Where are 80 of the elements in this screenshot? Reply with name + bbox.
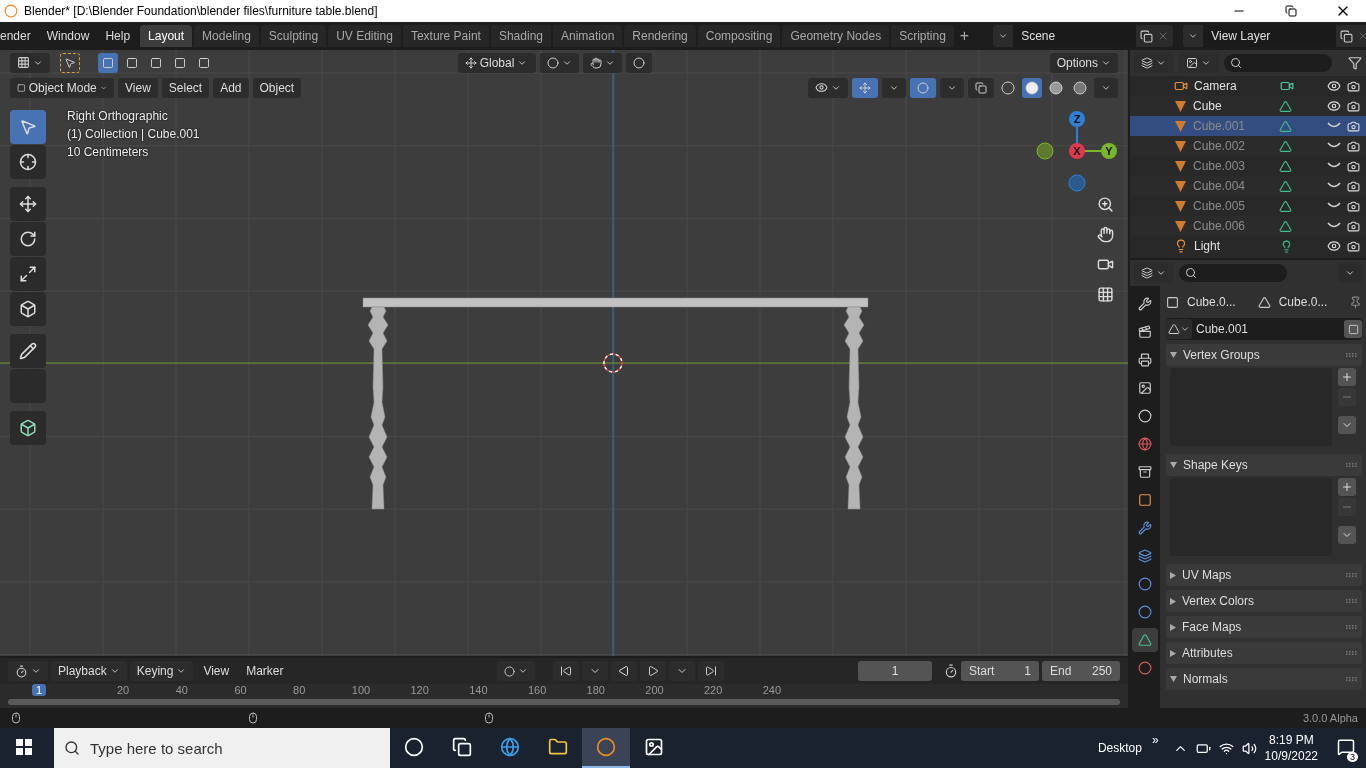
frame-number: 100: [350, 684, 372, 696]
workspace-tab[interactable]: Compositing: [697, 25, 781, 47]
frame-number: 160: [526, 684, 548, 696]
panel-header[interactable]: UV Maps: [1166, 564, 1362, 586]
workspace-tab[interactable]: Rendering: [624, 25, 696, 47]
taskbar-search-field[interactable]: Type here to search: [54, 728, 390, 768]
scene-selector[interactable]: Scene: [993, 25, 1174, 47]
field-label: Start: [969, 664, 995, 678]
workspace-tab[interactable]: Geometry Nodes: [782, 25, 890, 47]
panel-header[interactable]: Shape Keys: [1166, 454, 1362, 476]
field-value: 250: [1091, 664, 1112, 678]
viewport-info-text: 10 Centimeters: [67, 145, 150, 160]
panel-header[interactable]: Attributes: [1166, 642, 1362, 664]
workspace-tab[interactable]: Modeling: [194, 25, 259, 47]
breadcrumb-text: Cube.0...: [1187, 295, 1236, 309]
workspace-tab[interactable]: Texture Paint: [402, 25, 489, 47]
frame-number: 80: [292, 684, 307, 696]
object-name: Cube: [1193, 99, 1223, 113]
menu-item[interactable]: Window: [38, 29, 98, 43]
frame-number: 60: [233, 684, 248, 696]
clock[interactable]: 8:19 PM 10/9/2022: [1256, 732, 1326, 764]
viewport-info-text: (1) Collection | Cube.001: [67, 127, 200, 142]
panel-header[interactable]: Normals: [1166, 668, 1362, 690]
header-menu[interactable]: Select: [161, 77, 210, 98]
view-layer-selector[interactable]: View Layer: [1183, 25, 1366, 47]
timeline-menu[interactable]: Keying: [129, 661, 194, 681]
timeline-menu[interactable]: Marker: [239, 661, 291, 681]
object-name: Cube.004: [1193, 179, 1247, 193]
notification-count: 3: [1347, 752, 1358, 762]
panel-header[interactable]: Vertex Colors: [1166, 590, 1362, 612]
header-menu[interactable]: Object: [252, 77, 302, 98]
data-name-field[interactable]: Cube.001: [1166, 318, 1362, 340]
notification-button[interactable]: 3: [1326, 728, 1366, 768]
orientation-dropdown[interactable]: Global: [457, 52, 536, 73]
object-name: Cube.005: [1193, 199, 1247, 213]
mode-dropdown[interactable]: Object Mode: [10, 77, 114, 98]
viewport[interactable]: Global Options Object Mode View Select Add Object Right Orthographic (1) Collection | Cube.001 10 Centimeters Z X Y: [0, 50, 1128, 656]
desktop-toolbar[interactable]: Desktop: [1097, 741, 1142, 755]
frame-number: 180: [585, 684, 606, 696]
timeline-menu[interactable]: Playback: [51, 661, 127, 681]
object-name: Light: [1194, 239, 1222, 253]
panel-header[interactable]: Vertex Groups: [1166, 344, 1362, 366]
viewport-info-text: Right Orthographic: [67, 109, 169, 124]
object-name: Camera: [1194, 79, 1238, 93]
start-frame-field[interactable]: Start 1: [961, 661, 1039, 681]
end-frame-field[interactable]: End 250: [1042, 661, 1120, 681]
breadcrumb-text: Cube.0...: [1278, 295, 1328, 309]
menu-item[interactable]: Help: [97, 29, 139, 43]
window-title: Blender* [D:\Blender Foundation\blender files\furniture table.blend]: [24, 4, 379, 18]
frame-number: 200: [644, 684, 665, 696]
object-name: Cube.002: [1193, 139, 1247, 153]
object-name: Cube.001: [1193, 119, 1247, 133]
more-button[interactable]: »: [1151, 733, 1159, 747]
header-menu[interactable]: Add: [213, 77, 249, 98]
workspace-tab[interactable]: Scripting: [891, 25, 954, 47]
frame-number: 220: [703, 684, 724, 696]
header-menu[interactable]: View: [118, 77, 158, 98]
workspace-tab[interactable]: Sculpting: [260, 25, 327, 47]
object-name: Cube.006: [1193, 219, 1247, 233]
current-frame-field[interactable]: 1: [858, 661, 932, 681]
menu-item[interactable]: ender: [0, 29, 39, 43]
frame-number: 40: [174, 684, 189, 696]
frame-number: 20: [116, 684, 131, 696]
frame-number: 140: [468, 684, 489, 696]
navigation-gizmo[interactable]: Z X Y: [1036, 111, 1117, 192]
timeline-menu[interactable]: View: [196, 661, 237, 681]
object-name: Cube.003: [1193, 159, 1247, 173]
workspace-tab[interactable]: Animation: [553, 25, 623, 47]
frame-number: 240: [761, 684, 783, 696]
workspace-tab[interactable]: Shading: [490, 25, 551, 47]
frame-number: 1: [32, 684, 47, 696]
version-text: 3.0.0 Alpha: [1302, 712, 1358, 724]
workspace-tab[interactable]: Layout: [140, 25, 193, 47]
add-workspace-button[interactable]: +: [953, 27, 976, 45]
options-dropdown[interactable]: Options: [1049, 52, 1118, 73]
frame-number: 120: [409, 684, 430, 696]
field-value: 1: [1024, 664, 1031, 678]
panel-header[interactable]: Face Maps: [1166, 616, 1362, 638]
field-label: End: [1050, 664, 1072, 678]
workspace-tab[interactable]: UV Editing: [328, 25, 401, 47]
